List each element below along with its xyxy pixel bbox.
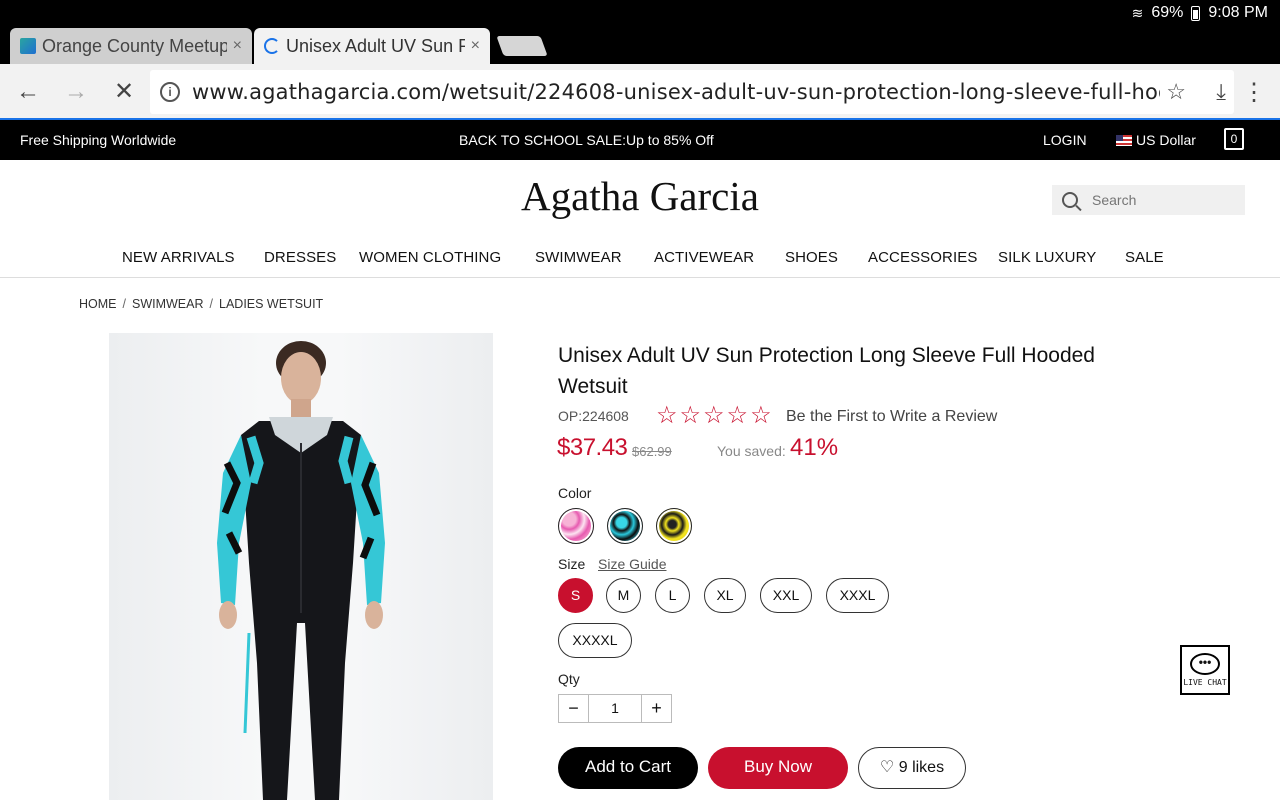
site-info-icon[interactable]: i [160,82,180,102]
shopping-bag-icon[interactable]: 0 [1224,128,1244,150]
stop-loading-icon[interactable]: ✕ [110,78,138,106]
qty-minus-button[interactable]: − [559,695,588,722]
size-option-s[interactable]: S [558,578,593,613]
size-option-m[interactable]: M [606,578,641,613]
star-empty-icon[interactable]: ☆ [727,403,749,429]
add-to-cart-button[interactable]: Add to Cart [558,747,698,789]
product-sku: OP:224608 [558,408,629,424]
size-option-l[interactable]: L [655,578,690,613]
live-chat-label: LIVE CHAT [1183,678,1227,687]
write-review-link[interactable]: Be the First to Write a Review [786,408,997,426]
breadcrumb-separator: / [209,297,213,311]
buy-now-button[interactable]: Buy Now [708,747,848,789]
size-label: Size [558,556,586,572]
color-label: Color [558,485,592,501]
size-option-xxl[interactable]: XXL [760,578,812,613]
search-icon[interactable] [1062,192,1078,208]
overflow-menu-icon[interactable]: ⋮ [1242,78,1266,107]
color-swatch-black-turquoise[interactable] [607,508,643,544]
saved-percent: 41% [790,434,839,461]
nav-activewear[interactable]: ACTIVEWEAR [654,249,754,266]
product-title: Unisex Adult UV Sun Protection Long Slee… [558,344,1095,398]
clock: 9:08 PM [1208,4,1268,21]
breadcrumb-separator: / [122,297,126,311]
status-bar: ≋ 69% 9:08 PM [0,0,1280,26]
promo-bar: Free Shipping Worldwide BACK TO SCHOOL S… [0,120,1280,160]
currency-selector[interactable]: US Dollar [1116,132,1196,148]
nav-women-clothing[interactable]: WOMEN CLOTHING [359,249,501,266]
breadcrumb-home[interactable]: HOME [79,297,117,311]
meetup-favicon-icon [20,38,36,54]
live-chat-button[interactable]: ••• LIVE CHAT [1180,645,1230,695]
new-tab-button[interactable] [496,36,548,56]
saved-label: You saved: [717,443,786,459]
loading-spinner-icon [264,38,280,54]
search-box[interactable] [1052,185,1245,215]
currency-label: US Dollar [1136,132,1196,148]
star-empty-icon[interactable]: ☆ [750,403,772,429]
star-empty-icon[interactable]: ☆ [680,403,702,429]
close-tab-icon[interactable]: × [233,37,242,55]
nav-new-arrivals[interactable]: NEW ARRIVALS [122,249,235,266]
download-icon[interactable]: ⤓ [1216,79,1226,105]
breadcrumb-swimwear[interactable]: SWIMWEAR [132,297,204,311]
sale-banner-link[interactable]: BACK TO SCHOOL SALE:Up to 85% Off [459,132,714,148]
wifi-icon: ≋ [1131,4,1144,21]
tab-title: Orange County Meetup [42,35,227,56]
size-option-xxxxl[interactable]: XXXXL [558,623,632,658]
battery-icon [1191,5,1201,21]
free-shipping-text: Free Shipping Worldwide [20,132,177,148]
tab-title: Unisex Adult UV Sun Protection [286,35,465,56]
breadcrumb-ladies-wetsuit[interactable]: LADIES WETSUIT [219,297,323,311]
nav-silk-luxury[interactable]: SILK LUXURY [998,249,1096,266]
star-empty-icon[interactable]: ☆ [703,403,725,429]
likes-count: 9 likes [898,759,945,776]
nav-accessories[interactable]: ACCESSORIES [868,249,977,266]
nav-sale[interactable]: SALE [1125,249,1164,266]
breadcrumb: HOME / SWIMWEAR / LADIES WETSUIT [79,297,323,311]
sale-price: $37.43 [557,434,628,461]
tab-unisex-wetsuit[interactable]: Unisex Adult UV Sun Protection × [254,28,490,64]
quantity-stepper: − 1 + [558,694,672,723]
tab-strip: Orange County Meetup × Unisex Adult UV S… [0,26,1280,64]
star-empty-icon[interactable]: ☆ [656,403,678,429]
forward-icon[interactable]: → [62,78,90,106]
qty-label: Qty [558,671,580,687]
heart-icon: ♡ [879,759,895,776]
search-input[interactable] [1092,192,1232,208]
address-bar[interactable]: i www.agathagarcia.com/wetsuit/224608-un… [150,70,1234,114]
original-price: $62.99 [632,444,672,459]
bookmark-star-icon[interactable]: ☆ [1166,79,1186,105]
color-swatch-black-yellow[interactable] [656,508,692,544]
nav-dresses[interactable]: DRESSES [264,249,336,266]
qty-plus-button[interactable]: + [642,695,671,722]
chat-bubble-icon: ••• [1190,653,1220,675]
like-button[interactable]: ♡ 9 likes [858,747,966,789]
qty-input[interactable]: 1 [588,695,642,722]
browser-toolbar: ← → ✕ i www.agathagarcia.com/wetsuit/224… [0,64,1280,120]
us-flag-icon [1116,134,1132,146]
color-swatch-pink-floral[interactable] [558,508,594,544]
nav-swimwear[interactable]: SWIMWEAR [535,249,622,266]
url-text[interactable]: www.agathagarcia.com/wetsuit/224608-unis… [192,80,1160,104]
wetsuit-model-illustration [217,341,385,800]
product-image[interactable] [109,333,493,800]
size-guide-link[interactable]: Size Guide [598,556,666,572]
main-nav: NEW ARRIVALS DRESSES WOMEN CLOTHING SWIM… [0,240,1280,278]
size-option-xl[interactable]: XL [704,578,746,613]
nav-shoes[interactable]: SHOES [785,249,838,266]
tab-orange-county-meetup[interactable]: Orange County Meetup × [10,28,252,64]
close-tab-icon[interactable]: × [471,37,480,55]
battery-percent: 69% [1151,4,1184,21]
login-link[interactable]: LOGIN [1043,132,1087,148]
back-icon[interactable]: ← [14,78,42,106]
rating-stars[interactable]: ☆ ☆ ☆ ☆ ☆ [656,403,772,429]
size-option-xxxl[interactable]: XXXL [826,578,889,613]
